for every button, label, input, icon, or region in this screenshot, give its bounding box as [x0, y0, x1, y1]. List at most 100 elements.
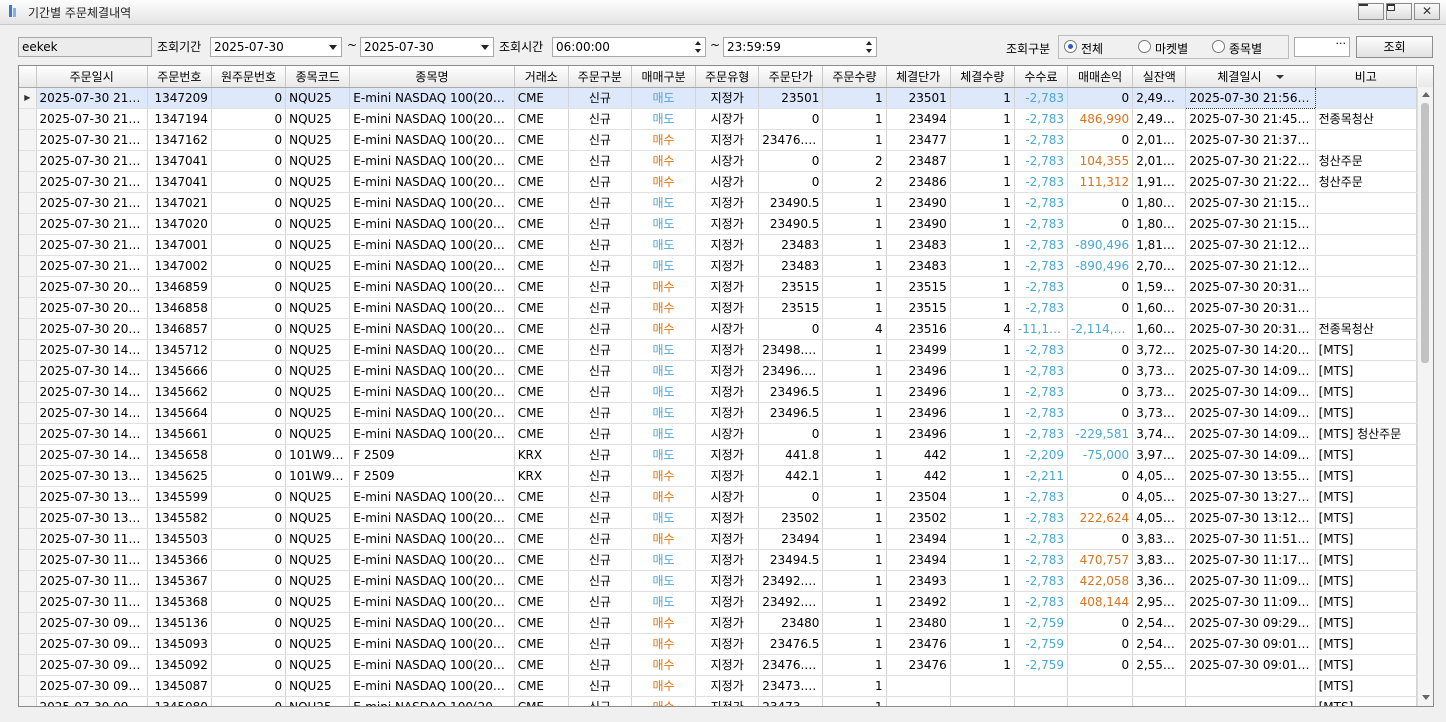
cell-exchange[interactable]: CME: [514, 108, 569, 130]
cell-order-kind[interactable]: 신규: [568, 297, 632, 319]
cell-remark[interactable]: [1315, 192, 1418, 214]
cell-symbol-name[interactable]: E-mini NASDAQ 100(2025-09): [349, 570, 515, 592]
cell-order-type[interactable]: 지정가: [695, 129, 760, 151]
cell-side[interactable]: 매수: [631, 297, 697, 319]
row-indicator[interactable]: [19, 213, 37, 235]
minimize-button[interactable]: [1358, 3, 1384, 20]
current-row-icon[interactable]: ▶: [19, 87, 37, 109]
cell-balance[interactable]: 3,740,151: [1132, 423, 1187, 445]
cell-order-price[interactable]: 23501: [758, 87, 824, 109]
cell-symbol-name[interactable]: E-mini NASDAQ 100(2025-09): [349, 486, 515, 508]
cell-orig-order-no[interactable]: 0: [211, 108, 287, 130]
cell-remark[interactable]: [MTS]: [1315, 465, 1418, 487]
cell-order-kind[interactable]: 신규: [568, 213, 632, 235]
cell-order-price[interactable]: 23496.25: [758, 360, 824, 382]
cell-remark[interactable]: [MTS]: [1315, 570, 1418, 592]
row-indicator[interactable]: [19, 360, 37, 382]
cell-symbol-name[interactable]: E-mini NASDAQ 100(2025-09): [349, 696, 515, 706]
column-header-fill-price[interactable]: 체결단가: [886, 66, 951, 88]
cell-order-no[interactable]: 1345367: [147, 570, 212, 592]
cell-balance[interactable]: 2,494,012: [1132, 87, 1187, 109]
cell-fill-qty[interactable]: 1: [950, 255, 1015, 277]
cell-pnl[interactable]: 0: [1067, 465, 1134, 487]
cell-side[interactable]: 매수: [631, 276, 697, 298]
cell-fill-time[interactable]: 2025-07-30 13:27:12: [1185, 486, 1316, 508]
cell-balance[interactable]: 3,729,019: [1132, 339, 1187, 361]
scrollbar-thumb[interactable]: [1421, 103, 1429, 363]
row-indicator[interactable]: [19, 444, 37, 466]
cell-symbol-code[interactable]: NQU25: [285, 381, 351, 403]
cell-fill-qty[interactable]: 1: [950, 381, 1015, 403]
cell-symbol-name[interactable]: E-mini NASDAQ 100(2025-09): [349, 87, 515, 109]
cell-order-no[interactable]: 1347020: [147, 213, 212, 235]
search-button[interactable]: 조회: [1356, 36, 1433, 58]
table-row[interactable]: 2025-07-30 11:17:1013453660NQU25E-mini N…: [19, 549, 1418, 571]
close-button[interactable]: ✕: [1414, 3, 1440, 20]
table-row[interactable]: 2025-07-30 21:15:0113470200NQU25E-mini N…: [19, 213, 1418, 235]
cell-order-qty[interactable]: 1: [822, 339, 887, 361]
cell-order-price[interactable]: 23476.75: [758, 129, 824, 151]
cell-order-type[interactable]: 지정가: [695, 465, 760, 487]
cell-symbol-name[interactable]: E-mini NASDAQ 100(2025-09): [349, 675, 515, 697]
cell-balance[interactable]: 1,603,960: [1132, 318, 1187, 340]
cell-symbol-name[interactable]: E-mini NASDAQ 100(2025-09): [349, 276, 515, 298]
cell-fill-time[interactable]: 2025-07-30 20:31:45: [1185, 318, 1316, 340]
cell-order-type[interactable]: 지정가: [695, 87, 760, 109]
cell-side[interactable]: 매도: [631, 507, 697, 529]
cell-remark[interactable]: [1315, 276, 1418, 298]
row-indicator[interactable]: [19, 171, 37, 193]
cell-fee[interactable]: -2,783: [1014, 297, 1069, 319]
cell-symbol-name[interactable]: E-mini NASDAQ 100(2025-09): [349, 129, 515, 151]
cell-order-price[interactable]: 23502: [758, 507, 824, 529]
cell-remark[interactable]: [1315, 234, 1418, 256]
cell-order-price[interactable]: 23473.25: [758, 696, 824, 706]
cell-order-kind[interactable]: 신규: [568, 696, 632, 706]
cell-pnl[interactable]: [1067, 675, 1134, 697]
cell-side[interactable]: 매수: [631, 171, 697, 193]
cell-fill-price[interactable]: 23515: [886, 276, 951, 298]
cell-order-kind[interactable]: 신규: [568, 234, 632, 256]
cell-remark[interactable]: [MTS]: [1315, 444, 1418, 466]
radio-symbol[interactable]: [1212, 40, 1225, 53]
cell-order-qty[interactable]: 1: [822, 633, 887, 655]
cell-pnl[interactable]: 422,058: [1067, 570, 1134, 592]
column-header-order-type[interactable]: 주문유형: [695, 66, 760, 88]
cell-pnl[interactable]: 0: [1067, 297, 1134, 319]
cell-side[interactable]: 매도: [631, 108, 697, 130]
cell-orig-order-no[interactable]: 0: [211, 129, 287, 151]
cell-symbol-code[interactable]: NQU25: [285, 507, 351, 529]
cell-exchange[interactable]: CME: [514, 654, 569, 676]
cell-fill-qty[interactable]: 1: [950, 444, 1015, 466]
cell-symbol-code[interactable]: NQU25: [285, 213, 351, 235]
cell-exchange[interactable]: CME: [514, 486, 569, 508]
cell-order-no[interactable]: 1345662: [147, 381, 212, 403]
cell-fee[interactable]: -2,783: [1014, 150, 1069, 172]
cell-fill-qty[interactable]: 1: [950, 402, 1015, 424]
cell-fill-price[interactable]: 23483: [886, 255, 951, 277]
cell-order-time[interactable]: 2025-07-30 21:12:07: [36, 255, 148, 277]
cell-pnl[interactable]: 0: [1067, 528, 1134, 550]
cell-balance[interactable]: 3,369,686: [1132, 570, 1187, 592]
cell-fill-price[interactable]: 23502: [886, 507, 951, 529]
cell-order-qty[interactable]: 1: [822, 486, 887, 508]
row-indicator[interactable]: [19, 234, 37, 256]
cell-orig-order-no[interactable]: 0: [211, 297, 287, 319]
cell-order-type[interactable]: 시장가: [695, 108, 760, 130]
cell-remark[interactable]: [MTS]: [1315, 360, 1418, 382]
row-indicator[interactable]: [19, 255, 37, 277]
cell-fill-time[interactable]: 2025-07-30 14:09:15: [1185, 381, 1316, 403]
cell-orig-order-no[interactable]: 0: [211, 444, 287, 466]
cell-order-type[interactable]: 시장가: [695, 171, 760, 193]
cell-exchange[interactable]: CME: [514, 402, 569, 424]
cell-fee[interactable]: -2,759: [1014, 612, 1069, 634]
cell-fill-price[interactable]: 23494: [886, 528, 951, 550]
cell-order-price[interactable]: 0: [758, 150, 824, 172]
table-row[interactable]: 2025-07-30 13:27:1213455990NQU25E-mini N…: [19, 486, 1418, 508]
cell-order-time[interactable]: 2025-07-30 09:01:50: [36, 654, 148, 676]
cell-balance[interactable]: 2,950,411: [1132, 591, 1187, 613]
column-header-symbol-name[interactable]: 종목명: [349, 66, 515, 88]
cell-fill-time[interactable]: 2025-07-30 13:12:01: [1185, 507, 1316, 529]
cell-order-kind[interactable]: 신규: [568, 507, 632, 529]
cell-fill-price[interactable]: [886, 696, 951, 706]
column-header-fee[interactable]: 수수료: [1014, 66, 1069, 88]
